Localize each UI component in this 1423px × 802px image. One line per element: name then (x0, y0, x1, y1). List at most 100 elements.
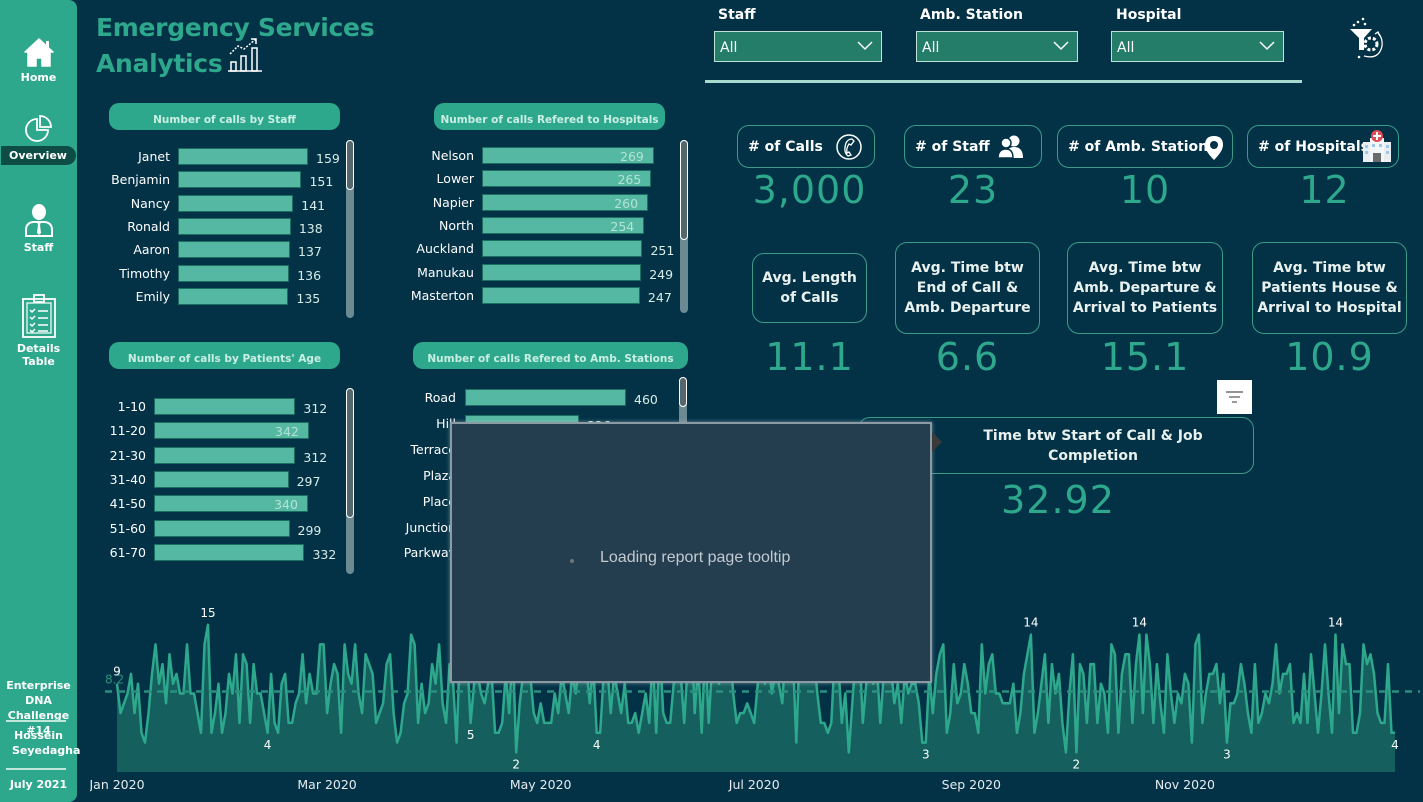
bar-value-label: 265 (617, 172, 642, 188)
amb-station-dropdown[interactable]: All (916, 31, 1078, 62)
x-tick-label: Jan 2020 (90, 777, 145, 792)
scrollbar-thumb[interactable] (346, 140, 354, 190)
date-label: July 2021 (9, 778, 68, 791)
scrollbar[interactable] (346, 140, 354, 318)
bar[interactable] (178, 194, 294, 212)
data-label: 4 (1391, 738, 1399, 752)
tooltip-message: Loading report page tooltip (600, 549, 791, 566)
kpi-label: # of Staff (915, 139, 990, 155)
sidebar-item-label: Staff (23, 241, 54, 254)
kpi-value-hospitals: 12 (1299, 168, 1350, 212)
data-label: 4 (593, 738, 601, 752)
chevron-down-icon (1259, 41, 1275, 51)
bar-chart-title: Number of calls Refered to Amb. Stations (413, 342, 688, 369)
phone-icon (836, 134, 862, 160)
bar[interactable] (178, 241, 290, 259)
hospital-dropdown[interactable]: All (1111, 31, 1284, 62)
bar-category-label: 1-10 (117, 399, 146, 414)
sidebar-item-details-table[interactable]: Details Table (0, 293, 77, 369)
job-completion-value: 32.92 (1001, 478, 1115, 522)
scrollbar-thumb[interactable] (346, 388, 354, 519)
bar[interactable] (178, 264, 290, 282)
kpi-value-staff: 23 (947, 168, 999, 212)
bar-value-label: 254 (610, 218, 635, 234)
bar[interactable] (154, 543, 305, 561)
filter-lines-icon (1226, 391, 1243, 403)
amb-station-dropdown-value: All (922, 40, 940, 56)
scrollbar-thumb[interactable] (680, 140, 688, 241)
data-label: 5 (467, 728, 475, 742)
sidebar-divider (6, 768, 66, 770)
scrollbar[interactable] (346, 388, 354, 574)
bar[interactable] (154, 470, 289, 488)
bar-value-label: 297 (296, 473, 321, 489)
kpi-card-hospitals: # of Hospitals (1247, 125, 1399, 168)
avg-label-line: Amb. Departure & (1073, 280, 1217, 296)
bar-category-label: Ronald (127, 218, 170, 234)
bar[interactable] (465, 389, 626, 406)
bar-chart-title: Number of calls by Patients' Age (109, 342, 340, 369)
kpi-card-calls: # of Calls (737, 125, 875, 168)
visual-filter-button[interactable] (1217, 380, 1252, 414)
bar-category-label: 41-50 (109, 496, 146, 512)
sidebar-item-label: Details Table (16, 342, 61, 368)
x-tick-label: Jul 2020 (728, 777, 780, 792)
bar[interactable] (154, 519, 290, 537)
staff-dropdown[interactable]: All (714, 31, 882, 62)
bar[interactable] (482, 240, 643, 258)
sidebar-item-home[interactable]: Home (0, 36, 77, 85)
avg-label-line: Avg. Length (762, 270, 857, 286)
sidebar-item-overview[interactable]: Overview (0, 114, 77, 165)
bar-value-label: 247 (647, 289, 672, 305)
bar-value-label: 249 (649, 266, 674, 282)
bar[interactable] (178, 217, 291, 235)
bar[interactable] (178, 287, 289, 305)
sidebar-item-label: Overview (0, 146, 76, 165)
bar-value-label: 151 (309, 174, 334, 190)
sidebar-item-staff[interactable]: Staff (0, 202, 77, 255)
sidebar-divider (6, 720, 66, 722)
bar-category-label: 61-70 (109, 544, 146, 560)
filter-gear-reset-icon[interactable] (1347, 16, 1391, 62)
bar-category-label: Nancy (130, 195, 170, 211)
bar-value-label: 342 (275, 424, 299, 440)
bar-category-label: Aaron (133, 242, 170, 258)
bar-category-label: Masterton (410, 287, 474, 303)
author-label: Hossein Seyedagha (12, 729, 81, 757)
bar-value-label: 136 (297, 267, 322, 283)
bar-category-label: Napier (432, 194, 474, 210)
chevron-down-icon (857, 41, 873, 51)
kpi-value-amb-stations: 10 (1119, 168, 1171, 212)
bar[interactable] (482, 263, 642, 281)
avg-value-call-to-departure: 6.6 (935, 335, 1000, 379)
avg-card-call-length: Avg. Length of Calls (752, 253, 867, 323)
bar-value-label: 312 (303, 449, 328, 465)
avg-label-line: Amb. Departure (904, 300, 1031, 316)
bar-category-label: Lower (436, 171, 474, 187)
bar[interactable] (178, 171, 302, 189)
bar[interactable] (482, 286, 640, 304)
chevron-down-icon (1053, 41, 1069, 51)
scrollbar[interactable] (680, 140, 688, 313)
bar-category-label: Janet (138, 149, 170, 164)
scrollbar-thumb[interactable] (679, 377, 687, 407)
bar-category-label: Timothy (119, 265, 170, 281)
loading-spinner-icon (570, 559, 574, 563)
bar-category-label: Auckland (416, 241, 474, 257)
x-tick-label: May 2020 (510, 777, 572, 792)
data-label: 15 (200, 606, 215, 620)
header-divider (705, 80, 1302, 83)
bar[interactable] (154, 398, 296, 415)
bar-category-label: 51-60 (109, 520, 146, 536)
kpi-label: # of Hospitals (1258, 139, 1369, 155)
bar-category-label: Manukau (417, 264, 474, 280)
avg-label-line: Arrival to Hospital (1257, 300, 1402, 316)
bar-value-label: 460 (634, 392, 658, 407)
sidebar-nav: Home Overview Staff Details Table Enterp… (0, 0, 81, 802)
bar[interactable] (178, 148, 308, 165)
people-icon (997, 135, 1023, 159)
avg-label-line: Avg. Time btw (911, 260, 1024, 276)
avg-label-line: Avg. Time btw (1088, 260, 1202, 276)
bar-category-label: Junction (405, 519, 456, 535)
bar[interactable] (154, 446, 296, 464)
